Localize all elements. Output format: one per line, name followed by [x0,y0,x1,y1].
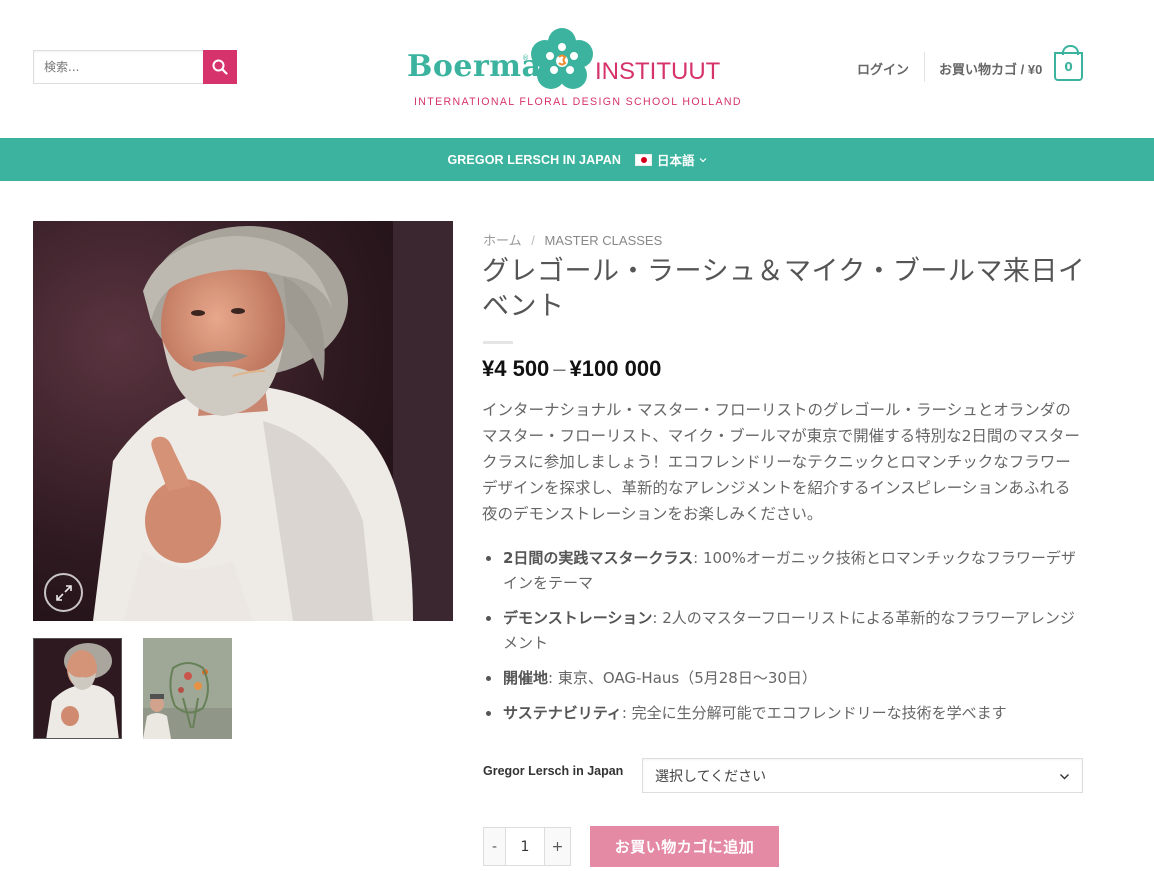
cart-icon[interactable]: 0 [1054,45,1083,81]
search-button[interactable] [203,50,237,84]
logo-name-text: INSTITUUT [595,58,721,85]
logo-tagline: INTERNATIONAL FLORAL DESIGN SCHOOL HOLLA… [414,96,742,108]
feature-item: 開催地: 東京、OAG-Haus（5月28日〜30日） [483,666,1083,691]
logo-registered-mark: ® [522,54,529,62]
variation-select[interactable]: 選択してください [642,758,1083,793]
product-thumbnail[interactable] [33,638,122,739]
feature-label: 開催地 [503,669,549,687]
search-form [33,50,237,84]
search-icon [212,59,228,75]
feature-text: : 東京、OAG-Haus（5月28日〜30日） [548,669,817,687]
product-main-image[interactable] [33,221,453,621]
breadcrumb-category[interactable]: MASTER CLASSES [545,233,663,248]
feature-label: デモンストレーション [503,609,653,627]
main-nav: GREGOR LERSCH IN JAPAN 日本語 [0,138,1154,181]
price-min: ¥4 500 [482,356,550,381]
site-header: Boerma ® INSTITUUT INTERNATIONAL FL [0,0,1154,138]
header-divider [924,52,925,82]
chevron-down-icon [699,157,706,162]
thumbnail-photo [143,638,232,739]
add-to-cart-button[interactable]: お買い物カゴに追加 [590,826,779,867]
quantity-stepper: - + [483,827,571,866]
language-label: 日本語 [657,153,695,168]
quantity-decrease-button[interactable]: - [483,827,506,866]
zoom-expand-icon [55,584,72,601]
cart-link[interactable]: お買い物カゴ / ¥0 [939,59,1042,78]
cart-count: 0 [1064,59,1073,74]
flower-logo-icon [531,28,593,89]
feature-item: 2日間の実践マスタークラス: 100%オーガニック技術とロマンチックなフラワーデ… [483,546,1083,596]
chevron-down-icon [1060,774,1069,780]
product-description: インターナショナル・マスター・フローリストのグレゴール・ラーシュとオランダのマス… [482,401,1080,523]
breadcrumb-separator: / [531,233,535,248]
variation-label: Gregor Lersch in Japan [483,764,624,778]
feature-item: サステナビリティ: 完全に生分解可能でエコフレンドリーな技術を学べます [483,701,1083,726]
nav-item-gregor-lersch[interactable]: GREGOR LERSCH IN JAPAN [447,153,621,167]
search-input[interactable] [33,50,203,84]
feature-text: : 完全に生分解可能でエコフレンドリーな技術を学べます [621,704,1007,722]
zoom-button[interactable] [44,573,83,612]
japan-flag-icon [635,153,652,166]
product-thumbnail[interactable] [143,638,232,739]
language-switcher[interactable]: 日本語 [635,150,707,169]
product-price: ¥4 500– ¥100 000 [482,356,661,382]
feature-list: 2日間の実践マスタークラス: 100%オーガニック技術とロマンチックなフラワーデ… [483,546,1083,736]
breadcrumb-home[interactable]: ホーム [483,233,522,248]
feature-item: デモンストレーション: 2人のマスターフローリストによる革新的なフラワーアレンジ… [483,606,1083,656]
site-logo[interactable]: Boerma ® INSTITUUT INTERNATIONAL FLORAL … [405,27,741,111]
feature-label: サステナビリティ [503,704,622,722]
title-divider [483,341,513,344]
quantity-increase-button[interactable]: + [544,827,571,866]
variation-selected-value: 選択してください [655,768,767,785]
feature-label: 2日間の実践マスタークラス [503,549,694,567]
quantity-input[interactable] [506,827,544,866]
login-link[interactable]: ログイン [857,59,909,78]
product-photo [33,221,453,621]
product-title: グレゴール・ラーシュ＆マイク・ブールマ来日イベント [482,256,1086,322]
thumbnail-photo [34,639,121,738]
price-max: ¥100 000 [569,356,662,381]
price-separator: – [553,356,566,381]
breadcrumb: ホーム / MASTER CLASSES [483,230,662,249]
